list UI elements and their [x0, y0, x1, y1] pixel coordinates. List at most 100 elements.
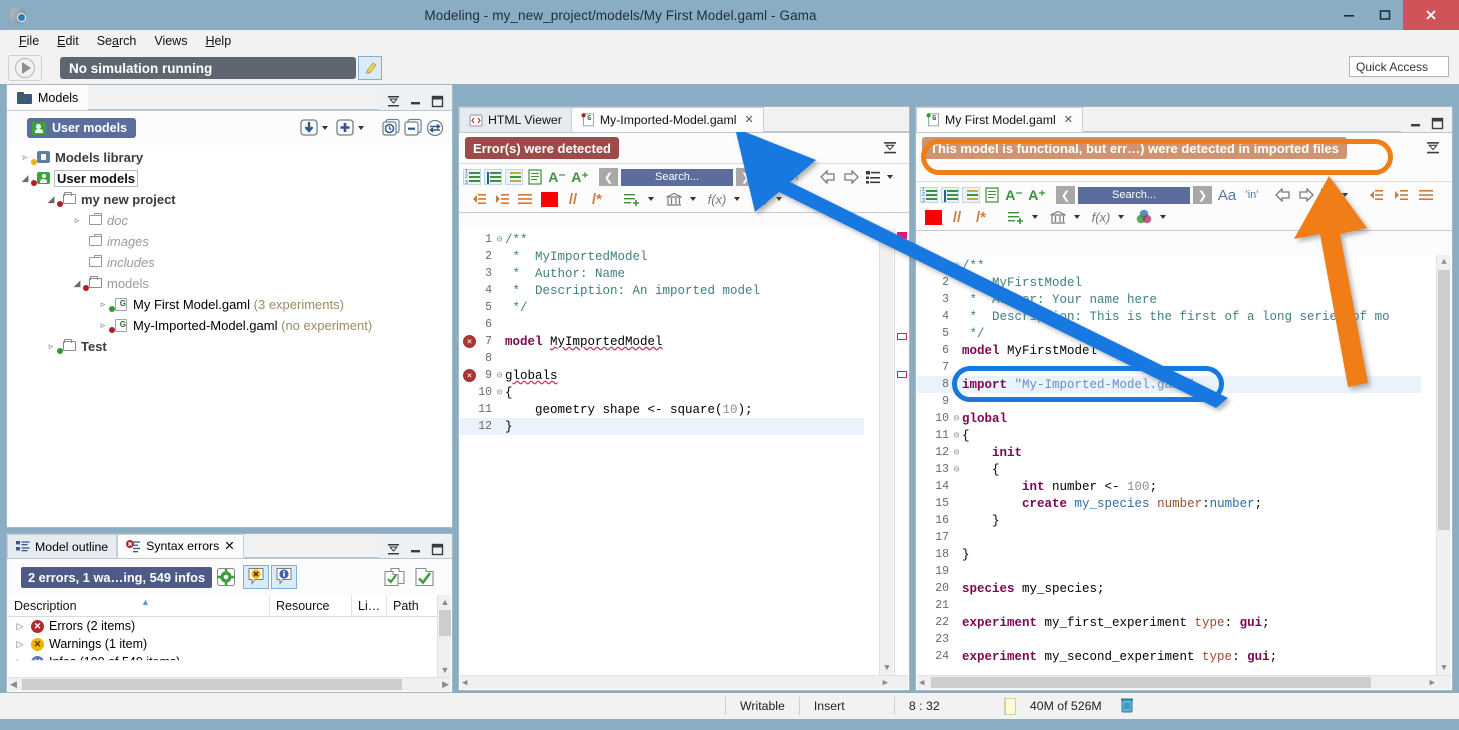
builtin-dropdown-caret[interactable] [690, 197, 696, 201]
tree-expander[interactable]: ◢ [44, 194, 58, 205]
code-line[interactable]: 13 ⊖ { [917, 461, 1421, 478]
minimize-button[interactable] [1331, 0, 1367, 30]
code-line[interactable]: 22 experiment my_first_experiment type: g… [917, 614, 1421, 631]
block-comment-icon[interactable]: /* [970, 209, 992, 226]
row-expander[interactable]: ▷ [14, 657, 26, 661]
tab-my-first-model[interactable]: G My First Model.gaml ✕ [916, 107, 1083, 132]
column-path[interactable]: Path [387, 595, 439, 616]
problems-table[interactable]: Description ▲ Resource Li… Path ▷ ✕ Errors… [8, 595, 451, 691]
menu-item-help[interactable]: Help [196, 32, 240, 50]
whole-word-icon[interactable]: 'in' [1242, 189, 1262, 201]
code-line[interactable]: 12 ⊖ init [917, 444, 1421, 461]
menu-item-file[interactable]: File [10, 32, 48, 50]
fold-marker[interactable]: ⊖ [951, 464, 962, 476]
tab-html-viewer[interactable]: HTML Viewer [459, 107, 572, 132]
search-previous-icon[interactable]: ❮ [1056, 186, 1075, 204]
maximize-view-icon[interactable] [431, 543, 444, 556]
collapse-view-icon[interactable] [409, 543, 422, 556]
run-experiment-button[interactable] [8, 55, 42, 81]
import-model-icon[interactable] [298, 117, 320, 139]
code-line[interactable]: 19 [917, 563, 1421, 580]
navigate-forward-icon[interactable] [841, 170, 861, 184]
new-model-icon[interactable] [334, 117, 356, 139]
error-marker-icon[interactable]: ✕ [463, 369, 476, 382]
code-line[interactable]: 11 ⊖{ [917, 427, 1421, 444]
close-icon[interactable]: ✕ [1064, 113, 1073, 126]
template-dropdown-caret[interactable] [648, 197, 654, 201]
tree-expander[interactable]: ▹ [96, 299, 110, 310]
wrap-text-icon[interactable] [526, 169, 544, 185]
close-button[interactable] [1403, 0, 1459, 30]
models-tree[interactable]: ▹ Models library ◢ User models ◢ my new proje… [8, 145, 451, 526]
built-in-icon[interactable] [663, 192, 685, 207]
toggle-markers-icon[interactable] [941, 187, 959, 203]
code-line[interactable]: 21 [917, 597, 1421, 614]
tab-model-outline[interactable]: Model outline [7, 534, 118, 558]
navigate-back-icon[interactable] [1273, 188, 1293, 202]
wrap-text-icon[interactable] [983, 187, 1001, 203]
maximize-button[interactable] [1367, 0, 1403, 30]
tree-expander[interactable]: ▹ [44, 341, 58, 352]
code-line[interactable]: 18} [917, 546, 1421, 563]
tree-item[interactable]: ◢ models [8, 273, 451, 294]
right-code-editor[interactable]: 1 ⊖/** 2 * MyFirstModel 3 * Author: Your na… [917, 255, 1451, 689]
line-comment-icon[interactable]: // [563, 191, 583, 208]
code-line[interactable]: 5 */ [460, 299, 864, 316]
center-code-editor[interactable]: 1 ⊖/** 2 * MyImportedModel 3 * Author: Name… [460, 229, 908, 689]
search-next-icon[interactable]: ❯ [736, 168, 755, 186]
code-line[interactable]: 4 * Description: This is the first of a … [917, 308, 1421, 325]
tree-item[interactable]: ▹ doc [8, 210, 451, 231]
line-comment-icon[interactable]: // [947, 209, 967, 226]
color-picker-icon[interactable] [922, 209, 944, 225]
code-line[interactable]: 8 [460, 350, 864, 367]
functions-icon[interactable]: f(x) [1089, 210, 1113, 225]
column-description[interactable]: Description ▲ [8, 595, 270, 616]
code-line[interactable]: 3 * Author: Your name here [917, 291, 1421, 308]
fold-marker[interactable]: ⊖ [494, 387, 505, 399]
outline-dropdown-caret[interactable] [887, 175, 893, 179]
search-input[interactable]: Search... [621, 168, 733, 186]
code-line[interactable]: ✕ 9 ⊖ globals [460, 367, 864, 384]
collapse-view-icon[interactable] [409, 95, 422, 108]
tree-item[interactable]: ▹ Models library [8, 147, 451, 168]
toggle-markers-icon[interactable] [484, 169, 502, 185]
tab-my-imported-model[interactable]: G My-Imported-Model.gaml ✕ [570, 107, 764, 132]
unindent-icon[interactable] [469, 192, 489, 206]
validate-project-icon[interactable] [380, 566, 410, 588]
colors-dropdown-caret[interactable] [1160, 215, 1166, 219]
case-sensitive-icon[interactable]: Aa [1215, 187, 1239, 204]
show-infos-icon[interactable] [271, 565, 298, 589]
decrease-font-icon[interactable]: A⁻ [1004, 187, 1024, 204]
functions-icon[interactable]: f(x) [705, 192, 729, 207]
code-line[interactable]: 15 create my_species number:number; [917, 495, 1421, 512]
add-template-icon[interactable] [621, 192, 643, 207]
outline-list-icon[interactable] [1319, 188, 1337, 202]
settings-gear-icon[interactable] [215, 566, 237, 588]
problems-vscrollbar[interactable]: ▲ ▼ [437, 595, 451, 677]
minimize-view-icon[interactable] [387, 95, 400, 108]
row-expander[interactable]: ▷ [14, 639, 26, 650]
color-picker-icon[interactable] [538, 191, 560, 207]
functions-dropdown-caret[interactable] [734, 197, 740, 201]
tree-item[interactable]: ▹ Test [8, 336, 451, 357]
indent-icon[interactable] [492, 192, 512, 206]
tree-expander[interactable]: ▹ [18, 152, 32, 163]
collapse-view-icon[interactable] [1409, 117, 1422, 130]
navigate-back-icon[interactable] [818, 170, 838, 184]
outline-dropdown-caret[interactable] [1342, 193, 1348, 197]
toggle-line-numbers-icon[interactable]: 123 [920, 187, 938, 203]
table-row[interactable]: ▷ ✕ Errors (2 items) [8, 617, 451, 635]
toggle-line-numbers-icon[interactable]: 123 [463, 169, 481, 185]
quick-access-input[interactable]: Quick Access [1349, 56, 1449, 77]
outline-list-icon[interactable] [864, 170, 882, 184]
code-line[interactable]: 7 [917, 359, 1421, 376]
code-line[interactable]: 14 int number <- 100; [917, 478, 1421, 495]
problems-hscrollbar[interactable]: ◀ ▶ [8, 677, 451, 691]
collapse-all-icon[interactable] [402, 117, 424, 139]
fold-marker[interactable]: ⊖ [951, 260, 962, 272]
fold-marker[interactable]: ⊖ [494, 370, 505, 382]
add-template-icon[interactable] [1005, 210, 1027, 225]
builtin-dropdown-caret[interactable] [1074, 215, 1080, 219]
clear-memory-icon[interactable] [1120, 697, 1134, 716]
maximize-view-icon[interactable] [1431, 117, 1444, 130]
